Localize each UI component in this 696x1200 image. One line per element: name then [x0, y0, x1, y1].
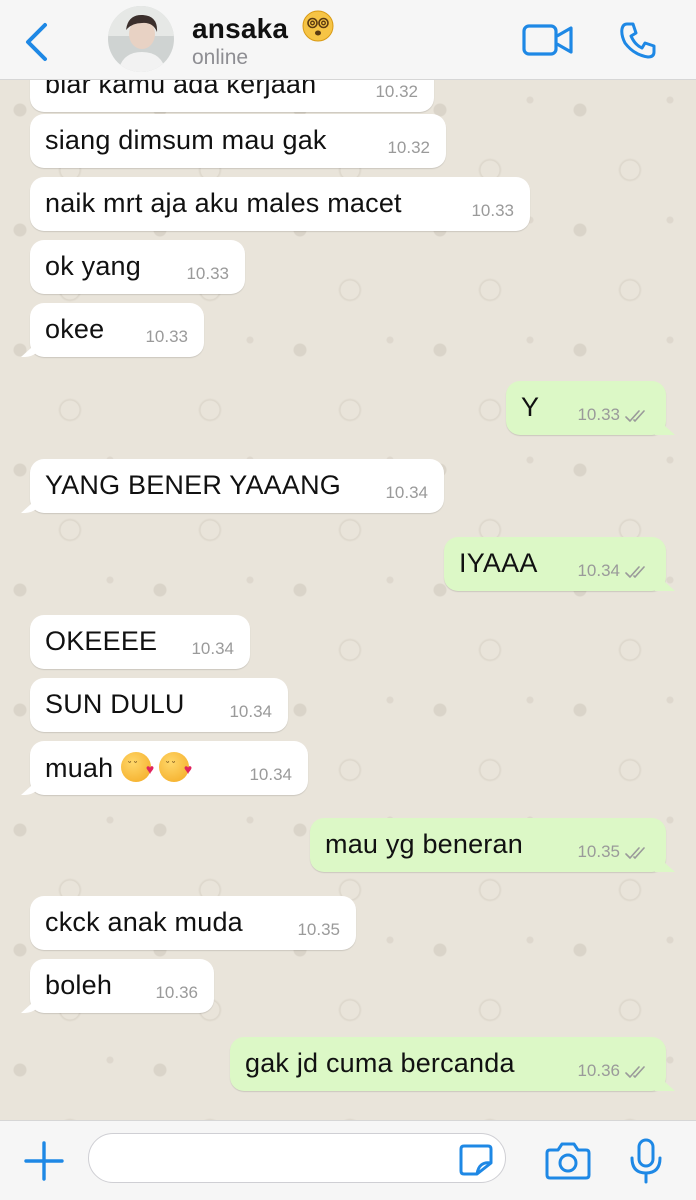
message-bubble-incoming[interactable]: naik mrt aja aku males macet 10.33: [30, 177, 530, 231]
message-bubble-outgoing[interactable]: Y 10.33: [506, 381, 666, 435]
message-bubble-incoming[interactable]: okee 10.33: [30, 303, 204, 357]
avatar[interactable]: [108, 6, 174, 72]
message-list: biar kamu ada kerjaan 10.32 siang dimsum…: [0, 80, 696, 1120]
microphone-icon[interactable]: [628, 1137, 664, 1185]
message-time: 10.32: [387, 138, 430, 157]
contact-name[interactable]: ansaka: [192, 10, 334, 45]
message-bubble-incoming[interactable]: boleh 10.36: [30, 959, 214, 1013]
message-time: 10.33: [577, 405, 620, 424]
message-time: 10.34: [249, 765, 292, 784]
message-bubble-incoming[interactable]: ckck anak muda 10.35: [30, 896, 356, 950]
plus-icon[interactable]: [22, 1139, 66, 1183]
video-call-button[interactable]: [520, 18, 576, 62]
message-text: OKEEEE: [45, 626, 158, 656]
message-text: ckck anak muda: [45, 907, 243, 937]
read-receipt-icon: [625, 410, 645, 422]
message-time: 10.35: [577, 842, 620, 861]
message-bubble-incoming[interactable]: SUN DULU 10.34: [30, 678, 288, 732]
kissing-heart-emoji: ˘ ˘ ♥: [159, 752, 192, 782]
read-receipt-icon: [625, 1066, 645, 1078]
message-bubble-outgoing[interactable]: gak jd cuma bercanda 10.36: [230, 1037, 666, 1091]
message-time: 10.36: [577, 1061, 620, 1080]
message-time: 10.32: [375, 82, 418, 101]
message-bubble-incoming[interactable]: biar kamu ada kerjaan 10.32: [30, 80, 434, 112]
message-bubble-incoming[interactable]: muah ˘ ˘ ♥ ˘ ˘ ♥ 10.34: [30, 741, 308, 795]
video-camera-icon: [522, 24, 573, 56]
camera-icon[interactable]: [544, 1141, 592, 1181]
contact-name-text: ansaka: [192, 13, 289, 44]
read-receipt-icon: [625, 566, 645, 578]
dizzy-face-emoji: [302, 10, 334, 42]
message-time: 10.34: [385, 483, 428, 502]
message-text: SUN DULU: [45, 689, 185, 719]
message-time: 10.33: [186, 264, 229, 283]
message-text: siang dimsum mau gak: [45, 125, 327, 155]
message-input[interactable]: [88, 1133, 506, 1183]
message-bubble-incoming[interactable]: OKEEEE 10.34: [30, 615, 250, 669]
composer-bar: [0, 1120, 696, 1200]
message-time: 10.34: [229, 702, 272, 721]
message-text: muah ˘ ˘ ♥ ˘ ˘ ♥: [45, 752, 192, 784]
contact-status: online: [192, 46, 249, 69]
message-time: 10.35: [297, 920, 340, 939]
read-receipt-icon: [625, 847, 645, 859]
message-bubble-incoming[interactable]: YANG BENER YAAANG 10.34: [30, 459, 444, 513]
message-time: 10.34: [191, 639, 234, 658]
message-text: okee: [45, 314, 105, 344]
message-time: 10.33: [145, 327, 188, 346]
chevron-left-icon: [26, 23, 47, 61]
sticker-icon[interactable]: [458, 1143, 494, 1177]
message-text-label: muah: [45, 753, 114, 783]
chat-header: ansaka online: [0, 0, 696, 80]
message-time: 10.33: [471, 201, 514, 220]
chat-area[interactable]: biar kamu ada kerjaan 10.32 siang dimsum…: [0, 80, 696, 1120]
message-text: IYAAA: [459, 548, 538, 578]
message-time: 10.34: [577, 561, 620, 580]
phone-icon: [620, 22, 656, 59]
message-text: ok yang: [45, 251, 141, 281]
message-text: naik mrt aja aku males macet: [45, 188, 402, 218]
message-bubble-outgoing[interactable]: mau yg beneran 10.35: [310, 818, 666, 872]
message-bubble-outgoing[interactable]: IYAAA 10.34: [444, 537, 666, 591]
message-time: 10.36: [155, 983, 198, 1002]
back-button[interactable]: [16, 20, 56, 64]
message-text: boleh: [45, 970, 113, 1000]
message-text: mau yg beneran: [325, 829, 523, 859]
message-text: YANG BENER YAAANG: [45, 470, 341, 500]
kissing-heart-emoji: ˘ ˘ ♥: [121, 752, 154, 782]
message-text: Y: [521, 392, 540, 422]
voice-call-button[interactable]: [614, 18, 662, 62]
message-bubble-incoming[interactable]: ok yang 10.33: [30, 240, 245, 294]
message-text: gak jd cuma bercanda: [245, 1048, 515, 1078]
message-text: biar kamu ada kerjaan: [45, 80, 317, 99]
message-bubble-incoming[interactable]: siang dimsum mau gak 10.32: [30, 114, 446, 168]
